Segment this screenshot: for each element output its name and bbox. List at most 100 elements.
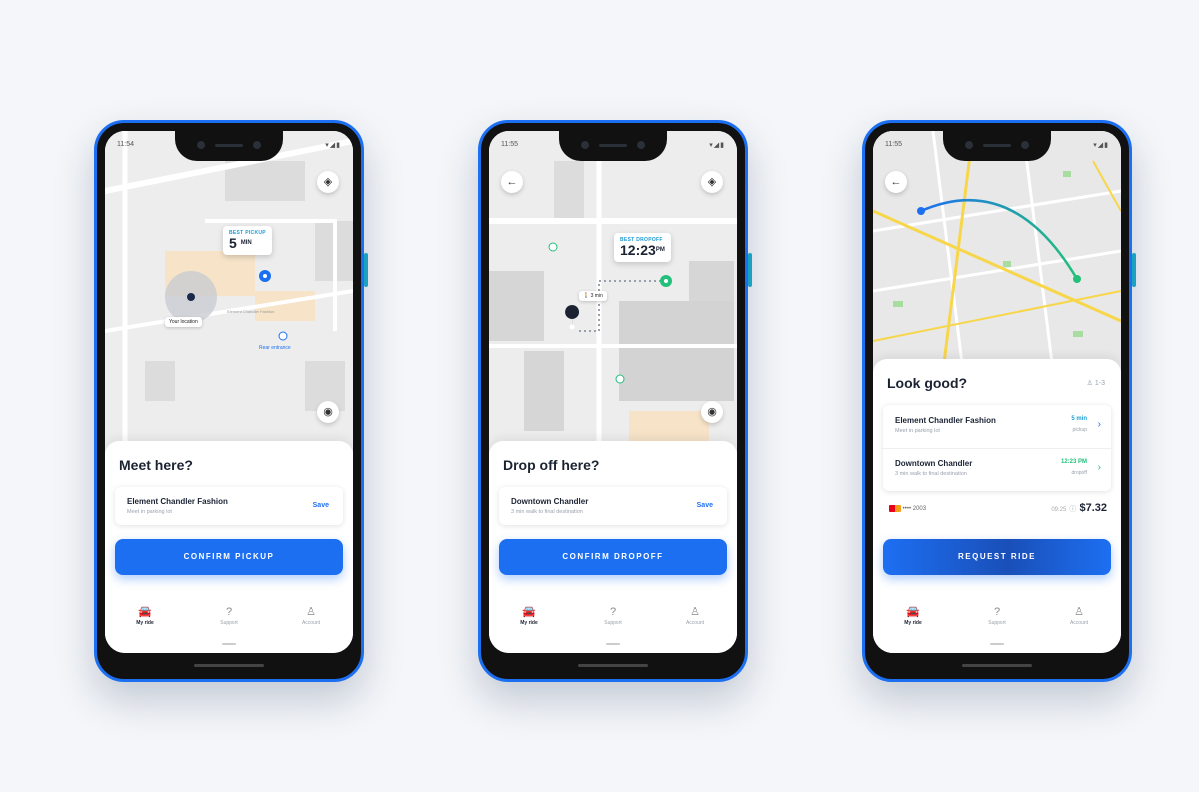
rider-count[interactable]: ♙ 1-3 <box>1087 379 1105 387</box>
nav-label: Support <box>988 620 1006 626</box>
sheet-title: Drop off here? <box>503 457 600 473</box>
nav-label: Account <box>685 620 705 626</box>
save-button[interactable]: Save <box>313 502 329 509</box>
rider-count-value: 1-3 <box>1094 380 1105 387</box>
nav-support[interactable]: ? Support <box>583 605 643 626</box>
car-icon: 🚘 <box>138 606 152 618</box>
bottom-sheet: Drop off here? Downtown Chandler 3 min w… <box>489 441 737 653</box>
bottom-nav: 🚘 My ride ? Support ♙ Account <box>105 605 353 633</box>
info-icon[interactable]: ⓘ <box>1069 506 1076 513</box>
rear-entrance-label[interactable]: Rear entrance <box>255 343 295 353</box>
help-icon: ? <box>993 606 1001 618</box>
eta-value: 12:23 <box>620 242 656 258</box>
nav-account[interactable]: ♙ Account <box>1049 605 1109 626</box>
pickup-title: Element Chandler Fashion <box>895 416 996 425</box>
pickup-eta: 5 min <box>1071 416 1087 422</box>
dropoff-eta: 12:23 PM <box>1060 459 1087 465</box>
walk-time-tag: 🚶 3 min <box>579 291 607 301</box>
recenter-icon[interactable]: ◉ <box>317 401 339 423</box>
status-icons: ▾◢▮ <box>325 142 341 149</box>
location-subtitle: 3 min walk to final destination <box>511 509 583 515</box>
phone-side-button <box>364 253 368 287</box>
map-view[interactable]: ← ◈ BEST DROPOFF 12:23PM 🚶 3 min ◉ <box>489 131 737 451</box>
bottom-sheet: Meet here? Element Chandler Fashion Meet… <box>105 441 353 653</box>
nav-support[interactable]: ? Support <box>199 605 259 626</box>
chevron-right-icon: › <box>1097 419 1101 430</box>
eta-bubble: BEST PICKUP 5 MIN <box>223 226 272 255</box>
pickup-subtitle: Meet in parking lot <box>895 428 940 434</box>
map-view[interactable]: ◈ BEST PICKUP 5 MIN Your location Elemen… <box>105 131 353 451</box>
eta-unit: MIN <box>240 240 252 246</box>
sheet-title: Meet here? <box>119 457 193 473</box>
nav-my-ride[interactable]: 🚘 My ride <box>499 605 559 626</box>
back-arrow-icon[interactable]: ← <box>885 171 907 193</box>
save-button[interactable]: Save <box>697 502 713 509</box>
trip-summary-card: Element Chandler Fashion Meet in parking… <box>883 405 1111 491</box>
payment-method[interactable]: •••• 2003 <box>889 505 926 512</box>
nav-account[interactable]: ♙ Account <box>665 605 725 626</box>
phone-screen: 11:55 ▾◢▮ ← ◈ BEST DROPOFF 12:23PM 🚶 3 m… <box>489 131 737 653</box>
confirm-pickup-button[interactable]: CONFIRM PICKUP <box>115 539 343 575</box>
back-arrow-icon[interactable]: ← <box>501 171 523 193</box>
location-subtitle: Meet in parking lot <box>127 509 172 515</box>
map-graphic <box>489 131 737 451</box>
car-icon: 🚘 <box>906 606 920 618</box>
phone-mockup-pickup: 11:54 ▾◢▮ ◈ BEST PICKUP 5 MIN Your locat… <box>94 120 368 682</box>
nav-label: My ride <box>136 620 154 626</box>
layers-icon[interactable]: ◈ <box>701 171 723 193</box>
eta-unit: PM <box>655 247 665 253</box>
home-indicator <box>606 643 620 645</box>
walk-time: 3 min <box>590 293 603 299</box>
nav-label: Account <box>1069 620 1089 626</box>
status-time: 11:55 <box>501 141 518 148</box>
pickup-row[interactable]: Element Chandler Fashion Meet in parking… <box>883 405 1111 449</box>
phone-side-button <box>748 253 752 287</box>
phone-notch <box>559 131 667 161</box>
dropoff-subtitle: 3 min walk to final destination <box>895 471 967 477</box>
nav-my-ride[interactable]: 🚘 My ride <box>883 605 943 626</box>
phone-chin <box>194 664 264 667</box>
person-icon: ♙ <box>690 606 700 618</box>
person-icon: ♙ <box>1086 380 1093 387</box>
help-icon: ? <box>609 606 617 618</box>
bottom-sheet: Look good? ♙ 1-3 Element Chandler Fashio… <box>873 359 1121 653</box>
price-row: 09:25 ⓘ $7.32 <box>1051 502 1107 514</box>
phone-chin <box>962 664 1032 667</box>
home-indicator <box>222 643 236 645</box>
location-title: Downtown Chandler <box>511 497 589 506</box>
nav-label: Account <box>301 620 321 626</box>
person-icon: ♙ <box>306 606 316 618</box>
pickup-meta: pickup <box>1072 427 1087 433</box>
bottom-nav: 🚘 My ride ? Support ♙ Account <box>489 605 737 633</box>
status-time: 11:54 <box>117 141 134 148</box>
confirm-dropoff-button[interactable]: CONFIRM DROPOFF <box>499 539 727 575</box>
location-title: Element Chandler Fashion <box>127 497 228 506</box>
nav-support[interactable]: ? Support <box>967 605 1027 626</box>
dropoff-title: Downtown Chandler <box>895 459 973 468</box>
walk-icon: 🚶 <box>583 293 590 299</box>
bottom-nav: 🚘 My ride ? Support ♙ Account <box>873 605 1121 633</box>
nav-label: My ride <box>520 620 538 626</box>
sheet-title: Look good? <box>887 375 968 391</box>
nav-label: Support <box>604 620 622 626</box>
eta-bubble: BEST DROPOFF 12:23PM <box>614 233 671 262</box>
request-ride-button[interactable]: REQUEST RIDE <box>883 539 1111 575</box>
price: $7.32 <box>1079 502 1107 514</box>
map-view[interactable]: ← <box>873 131 1121 371</box>
nav-my-ride[interactable]: 🚘 My ride <box>115 605 175 626</box>
phone-notch <box>943 131 1051 161</box>
phone-mockup-review: 11:55 ▾◢▮ ← Look good? ♙ 1-3 Element Cha… <box>862 120 1136 682</box>
location-card[interactable]: Downtown Chandler 3 min walk to final de… <box>499 487 727 525</box>
poi-label: Element Chandler Fashion <box>227 309 275 314</box>
location-card[interactable]: Element Chandler Fashion Meet in parking… <box>115 487 343 525</box>
dropoff-row[interactable]: Downtown Chandler 3 min walk to final de… <box>883 448 1111 491</box>
phone-notch <box>175 131 283 161</box>
recenter-icon[interactable]: ◉ <box>701 401 723 423</box>
phone-screen: 11:55 ▾◢▮ ← Look good? ♙ 1-3 Element Cha… <box>873 131 1121 653</box>
layers-icon[interactable]: ◈ <box>317 171 339 193</box>
nav-account[interactable]: ♙ Account <box>281 605 341 626</box>
card-icon <box>889 505 901 512</box>
phone-mockup-dropoff: 11:55 ▾◢▮ ← ◈ BEST DROPOFF 12:23PM 🚶 3 m… <box>478 120 752 682</box>
nav-label: My ride <box>904 620 922 626</box>
eta-value: 5 <box>229 235 237 251</box>
